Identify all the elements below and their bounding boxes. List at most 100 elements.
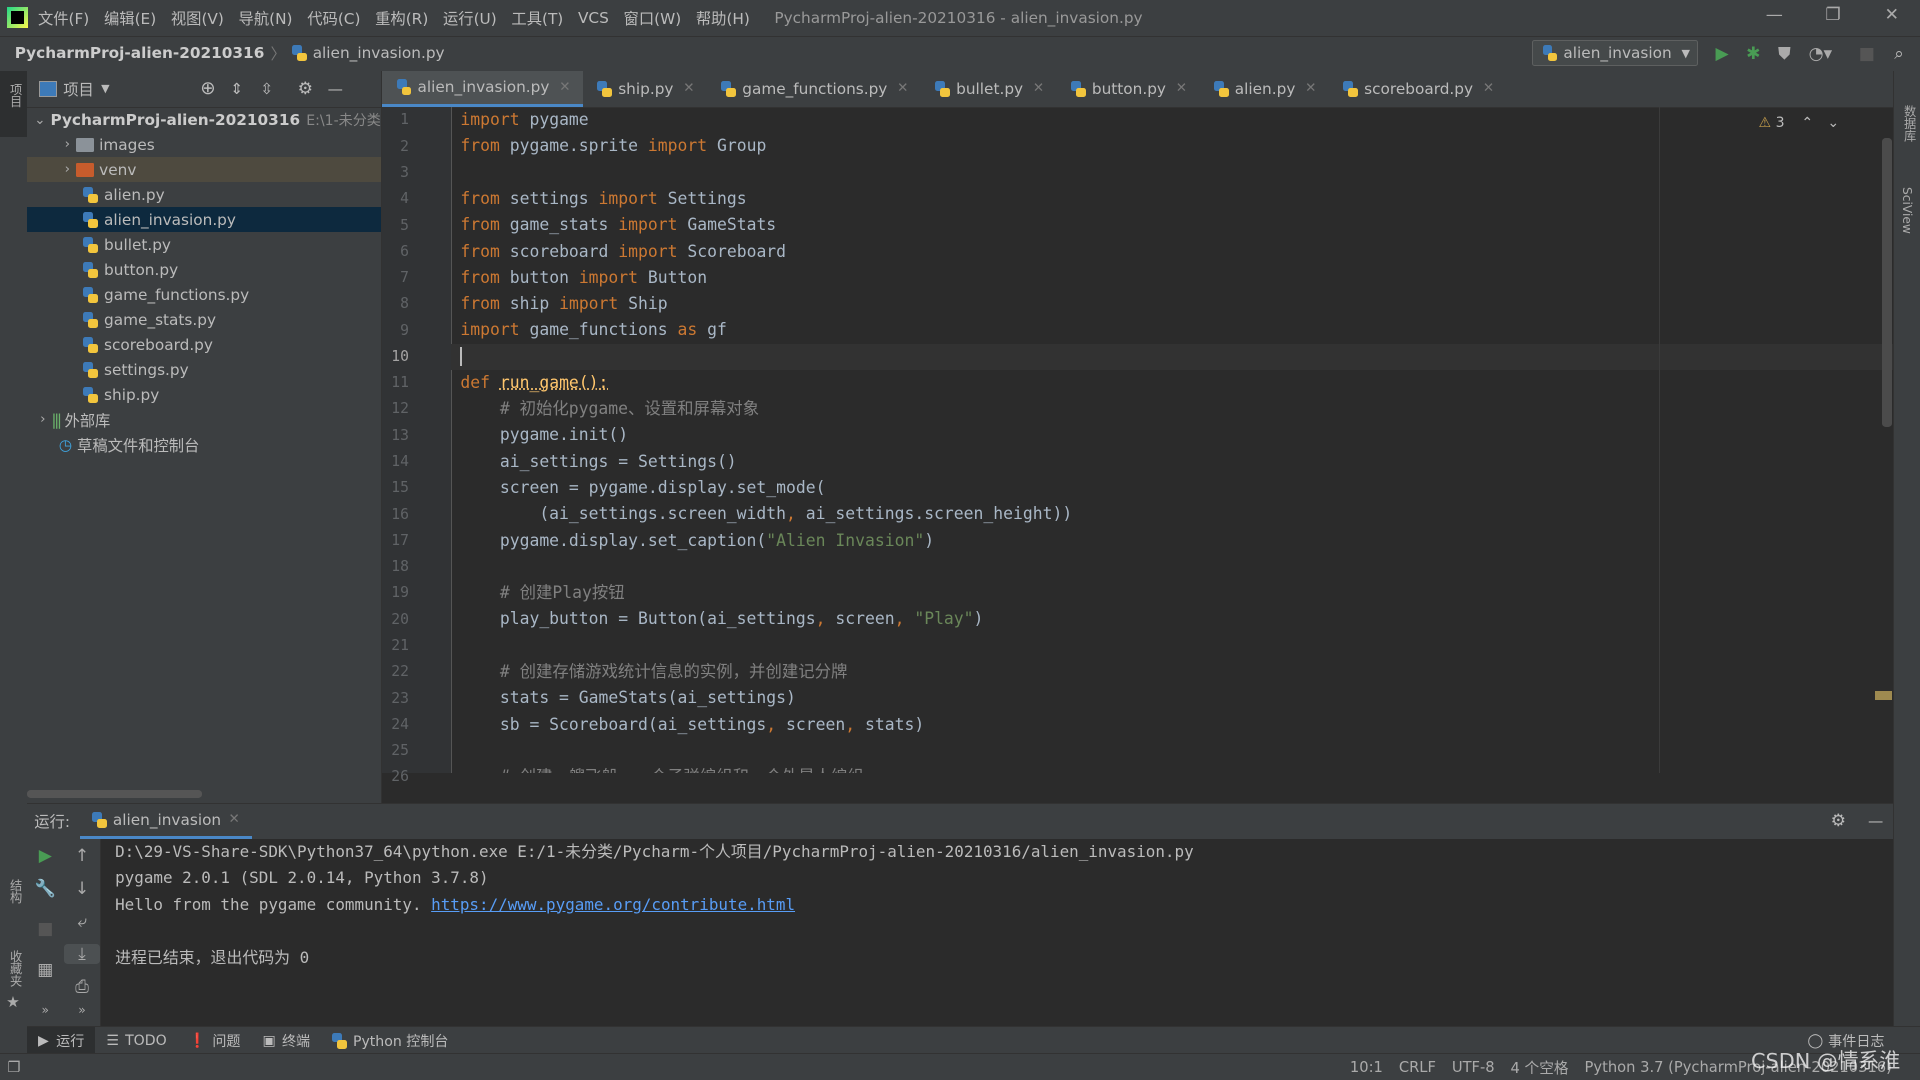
tool-tab-terminal[interactable]: ▣ 终端 xyxy=(252,1027,322,1054)
wrench-icon[interactable]: 🔧 xyxy=(27,879,64,899)
search-icon[interactable]: ⌕ xyxy=(1894,44,1904,64)
project-horizontal-scrollbar[interactable] xyxy=(26,789,203,799)
tool-tab-run[interactable]: ▶ 运行 xyxy=(26,1027,96,1055)
project-view-select[interactable]: 项目 xyxy=(63,78,94,100)
pygame-contribute-link[interactable]: https://www.pygame.org/contribute.html xyxy=(431,895,795,914)
run-configuration-select[interactable]: alien_invasion ▼ xyxy=(1531,40,1699,67)
tree-external-libraries[interactable]: › ||| 外部库 xyxy=(27,407,381,432)
code-area[interactable]: import pygame from pygame.sprite import G… xyxy=(450,107,1894,773)
close-icon[interactable]: ✕ xyxy=(897,81,908,96)
tree-item-alien_invasion-py[interactable]: alien_invasion.py xyxy=(26,207,381,233)
sciview-tool-button[interactable]: SciView xyxy=(1900,187,1914,234)
stop-icon[interactable]: ■ xyxy=(1859,44,1875,64)
status-encoding[interactable]: UTF-8 xyxy=(1452,1059,1495,1076)
menu-item[interactable]: 重构(R) xyxy=(375,7,428,29)
chevron-down-icon[interactable]: ⌄ xyxy=(1827,115,1839,131)
close-icon[interactable]: ✕ xyxy=(1483,81,1494,96)
close-icon[interactable]: ✕ xyxy=(1033,81,1044,96)
menu-item[interactable]: VCS xyxy=(578,9,609,27)
chevron-right-icon[interactable]: › xyxy=(59,162,76,177)
tree-scratches[interactable]: ◷ 草稿文件和控制台 xyxy=(27,432,381,457)
menu-item[interactable]: 窗口(W) xyxy=(624,7,682,29)
status-line-separator[interactable]: CRLF xyxy=(1399,1059,1436,1076)
chevron-up-icon[interactable]: ⌃ xyxy=(1801,115,1813,131)
tree-item-ship-py[interactable]: ship.py xyxy=(27,382,381,407)
coverage-icon[interactable]: ⛊ xyxy=(1778,44,1791,64)
menu-item[interactable]: 代码(C) xyxy=(307,7,360,29)
expand-all-icon[interactable]: ⇕ xyxy=(230,80,243,98)
hide-icon[interactable]: — xyxy=(1868,812,1883,830)
stop-icon[interactable]: ■ xyxy=(27,919,64,939)
tree-item-settings-py[interactable]: settings.py xyxy=(27,357,381,382)
favorites-tool-button[interactable]: 收藏夹 xyxy=(6,950,24,987)
inspection-widget[interactable]: ⚠ 3 ⌃ ⌄ xyxy=(1759,115,1840,131)
chevron-right-icon[interactable]: › xyxy=(34,412,51,427)
run-icon[interactable]: ▶ xyxy=(1716,44,1729,64)
close-icon[interactable]: ✕ xyxy=(228,812,239,827)
tab-button-py[interactable]: button.py ✕ xyxy=(1056,71,1199,107)
tree-root[interactable]: ⌄ PycharmProj-alien-20210316 E:\1-未分类 xyxy=(27,108,381,133)
breadcrumb-file[interactable]: alien_invasion.py xyxy=(313,44,445,62)
hide-icon[interactable]: — xyxy=(328,80,343,98)
profile-icon[interactable]: ◔▾ xyxy=(1809,44,1833,64)
scroll-to-end-icon[interactable]: ⤓ xyxy=(63,943,101,964)
menu-item[interactable]: 文件(F) xyxy=(38,7,89,29)
menu-item[interactable]: 导航(N) xyxy=(239,7,293,29)
tree-item-game_stats-py[interactable]: game_stats.py xyxy=(27,307,381,332)
tool-tab-python-console[interactable]: Python 控制台 xyxy=(321,1027,459,1054)
restore-button[interactable]: ❐ xyxy=(1815,5,1852,25)
run-console-output[interactable]: D:\29-VS-Share-SDK\Python37_64\python.ex… xyxy=(115,839,1893,1028)
breadcrumb-project[interactable]: PycharmProj-alien-20210316 xyxy=(15,44,265,62)
close-icon[interactable]: ✕ xyxy=(683,81,694,96)
more-icon[interactable]: » xyxy=(64,1003,101,1017)
gear-icon[interactable]: ⚙ xyxy=(298,79,313,99)
editor-vertical-scrollbar[interactable] xyxy=(1882,138,1892,428)
chevron-down-icon[interactable]: ⌄ xyxy=(34,113,45,128)
collapse-all-icon[interactable]: ⇳ xyxy=(260,80,273,98)
tab-alien-py[interactable]: alien.py ✕ xyxy=(1199,71,1328,107)
database-tool-button[interactable]: 数据库 xyxy=(1900,105,1918,142)
locate-icon[interactable]: ⊕ xyxy=(200,78,215,99)
toggle-tool-windows-icon[interactable]: ❐ xyxy=(7,1059,20,1076)
menu-item[interactable]: 运行(U) xyxy=(443,7,497,29)
soft-wrap-icon[interactable]: ⤶ xyxy=(64,912,101,932)
scrollbar-warning-marker[interactable] xyxy=(1874,690,1892,701)
rerun-icon[interactable]: ▶ xyxy=(27,846,64,866)
print-icon[interactable]: ⎙ xyxy=(64,977,101,997)
tab-game_functions-py[interactable]: game_functions.py ✕ xyxy=(707,71,921,107)
project-tool-button[interactable]: 项目 xyxy=(6,83,24,107)
tree-item-alien-py[interactable]: alien.py xyxy=(27,182,381,207)
close-icon[interactable]: ✕ xyxy=(559,80,570,95)
tree-item-bullet-py[interactable]: bullet.py xyxy=(27,232,381,257)
more-icon[interactable]: » xyxy=(27,1003,64,1017)
structure-tool-button[interactable]: 结构 xyxy=(6,879,24,903)
close-icon[interactable]: ✕ xyxy=(1176,81,1187,96)
tab-scoreboard-py[interactable]: scoreboard.py ✕ xyxy=(1329,71,1507,107)
status-caret-position[interactable]: 10:1 xyxy=(1350,1059,1383,1076)
close-icon[interactable]: ✕ xyxy=(1305,81,1316,96)
layout-icon[interactable]: ▦ xyxy=(27,960,64,980)
status-indent[interactable]: 4 个空格 xyxy=(1511,1057,1569,1078)
close-window-button[interactable]: ✕ xyxy=(1873,5,1910,25)
menu-item[interactable]: 视图(V) xyxy=(171,7,224,29)
gear-icon[interactable]: ⚙ xyxy=(1831,811,1846,831)
arrow-up-icon[interactable]: ↑ xyxy=(64,846,101,866)
tab-bullet-py[interactable]: bullet.py ✕ xyxy=(921,71,1057,107)
tab-ship-py[interactable]: ship.py ✕ xyxy=(583,71,707,107)
minimize-button[interactable]: — xyxy=(1756,5,1793,25)
menu-item[interactable]: 帮助(H) xyxy=(696,7,750,29)
tab-alien_invasion-py[interactable]: alien_invasion.py ✕ xyxy=(382,71,583,107)
menu-item[interactable]: 工具(T) xyxy=(511,7,563,29)
chevron-right-icon[interactable]: › xyxy=(59,137,76,152)
chevron-down-icon[interactable]: ▼ xyxy=(101,82,109,95)
debug-icon[interactable]: ✱ xyxy=(1746,44,1760,64)
tree-item-images[interactable]: › images xyxy=(27,132,381,157)
tool-tab-todo[interactable]: ☰ TODO xyxy=(95,1027,177,1054)
tree-item-venv[interactable]: › venv xyxy=(26,157,381,183)
tree-item-button-py[interactable]: button.py xyxy=(27,257,381,282)
arrow-down-icon[interactable]: ↓ xyxy=(64,879,101,899)
run-tab-alien-invasion[interactable]: alien_invasion ✕ xyxy=(79,804,252,839)
tree-item-scoreboard-py[interactable]: scoreboard.py xyxy=(27,332,381,357)
tree-item-game_functions-py[interactable]: game_functions.py xyxy=(27,282,381,307)
tool-tab-problems[interactable]: ❗ 问题 xyxy=(178,1027,252,1054)
